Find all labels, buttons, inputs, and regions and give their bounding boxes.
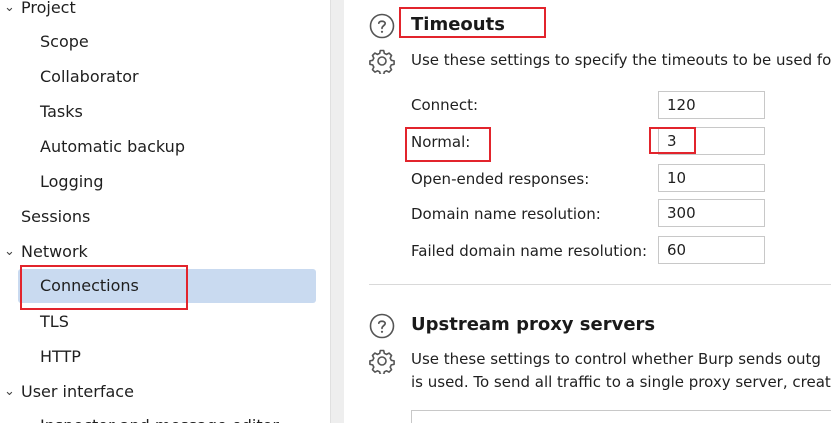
sidebar-item-label: Project (21, 0, 76, 17)
settings-sidebar: ⌄ Project Scope Collaborator Tasks Autom… (0, 0, 330, 423)
sidebar-item-project[interactable]: ⌄ Project (0, 0, 320, 25)
connect-label: Connect: (411, 96, 479, 114)
upstream-description-line1: Use these settings to control whether Bu… (411, 350, 821, 368)
settings-main-panel: Timeouts Use these settings to specify t… (344, 0, 831, 423)
domain-resolution-timeout-field[interactable] (658, 199, 765, 227)
sidebar-item-inspector[interactable]: Inspector and message editor (0, 409, 320, 423)
sidebar-item-user-interface[interactable]: ⌄ User interface (0, 375, 320, 409)
panel-divider[interactable] (330, 0, 344, 423)
chevron-down-icon[interactable]: ⌄ (4, 235, 16, 269)
sidebar-item-label: Logging (40, 172, 104, 191)
sidebar-item-http[interactable]: HTTP (0, 340, 320, 374)
sidebar-item-tasks[interactable]: Tasks (0, 95, 320, 129)
open-ended-label: Open-ended responses: (411, 170, 590, 188)
sidebar-item-tls[interactable]: TLS (0, 305, 320, 339)
failed-domain-resolution-timeout-field[interactable] (658, 236, 765, 264)
upstream-proxy-table[interactable] (411, 410, 831, 423)
sidebar-item-connections[interactable]: Connections (18, 269, 316, 303)
gear-icon[interactable] (369, 348, 395, 374)
sidebar-item-label: Sessions (21, 207, 91, 226)
chevron-down-icon[interactable]: ⌄ (4, 0, 16, 25)
timeouts-title: Timeouts (411, 14, 505, 35)
gear-icon[interactable] (369, 48, 395, 74)
sidebar-item-label: HTTP (40, 347, 81, 366)
sidebar-item-network[interactable]: ⌄ Network (0, 235, 320, 269)
sidebar-item-label: Tasks (40, 102, 83, 121)
sidebar-item-logging[interactable]: Logging (0, 165, 320, 199)
sidebar-item-automatic-backup[interactable]: Automatic backup (0, 130, 320, 164)
sidebar-item-label: User interface (21, 382, 134, 401)
sidebar-item-sessions[interactable]: Sessions (0, 200, 320, 234)
help-circle-icon[interactable] (369, 13, 395, 39)
connect-timeout-field[interactable] (658, 91, 765, 119)
normal-timeout-field[interactable] (658, 127, 765, 155)
sidebar-item-label: Inspector and message editor (40, 409, 279, 423)
upstream-description-line2: is used. To send all traffic to a single… (411, 373, 831, 391)
chevron-down-icon[interactable]: ⌄ (4, 375, 16, 409)
section-divider (369, 284, 831, 285)
open-ended-timeout-field[interactable] (658, 164, 765, 192)
upstream-proxy-title: Upstream proxy servers (411, 314, 656, 335)
sidebar-item-label: Scope (40, 32, 89, 51)
timeouts-description: Use these settings to specify the timeou… (411, 51, 831, 69)
sidebar-item-label: Connections (40, 276, 139, 295)
domain-resolution-label: Domain name resolution: (411, 205, 601, 223)
sidebar-item-label: Collaborator (40, 67, 139, 86)
normal-label: Normal: (411, 133, 471, 151)
sidebar-item-label: Network (21, 242, 88, 261)
sidebar-item-label: Automatic backup (40, 137, 185, 156)
sidebar-item-scope[interactable]: Scope (0, 25, 320, 59)
failed-domain-resolution-label: Failed domain name resolution: (411, 242, 648, 260)
sidebar-item-label: TLS (40, 312, 69, 331)
sidebar-item-collaborator[interactable]: Collaborator (0, 60, 320, 94)
help-circle-icon[interactable] (369, 313, 395, 339)
